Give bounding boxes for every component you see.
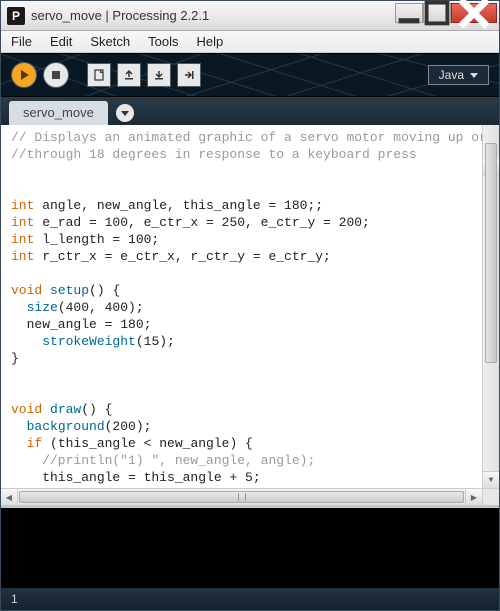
titlebar: P servo_move | Processing 2.2.1: [1, 1, 499, 31]
maximize-button[interactable]: [423, 3, 451, 23]
app-window: P servo_move | Processing 2.2.1 File Edi…: [0, 0, 500, 611]
scroll-corner: [482, 489, 499, 505]
chevron-down-icon: [470, 73, 478, 78]
export-button[interactable]: [177, 63, 201, 87]
console[interactable]: [1, 508, 499, 588]
minimize-button[interactable]: [395, 3, 423, 23]
mode-label: Java: [439, 68, 464, 82]
scroll-down-arrow-icon[interactable]: ▼: [483, 471, 499, 488]
menu-help[interactable]: Help: [192, 32, 227, 51]
scroll-right-arrow-icon[interactable]: ▶: [465, 489, 482, 505]
toolbar: Java: [1, 53, 499, 97]
run-button[interactable]: [11, 62, 37, 88]
menu-sketch[interactable]: Sketch: [86, 32, 134, 51]
window-buttons: [395, 8, 497, 23]
scroll-track[interactable]: [18, 489, 465, 505]
tab-servo-move[interactable]: servo_move: [9, 101, 108, 125]
statusbar: 1: [1, 588, 499, 610]
window-title: servo_move | Processing 2.2.1: [31, 8, 395, 23]
menu-tools[interactable]: Tools: [144, 32, 182, 51]
menu-file[interactable]: File: [7, 32, 36, 51]
scroll-thumb[interactable]: [19, 491, 464, 503]
menu-edit[interactable]: Edit: [46, 32, 76, 51]
tabbar: servo_move: [1, 97, 499, 125]
chevron-down-icon: [121, 111, 129, 116]
new-button[interactable]: [87, 63, 111, 87]
close-button[interactable]: [451, 3, 497, 23]
app-icon: P: [7, 7, 25, 25]
menubar: File Edit Sketch Tools Help: [1, 31, 499, 53]
vertical-scrollbar[interactable]: ▲ ▼: [482, 125, 499, 488]
horizontal-scrollbar[interactable]: ◀ ▶: [1, 488, 499, 505]
scroll-left-arrow-icon[interactable]: ◀: [1, 489, 18, 505]
stop-button[interactable]: [43, 62, 69, 88]
scroll-thumb[interactable]: [485, 143, 497, 363]
save-button[interactable]: [147, 63, 171, 87]
editor-area: // Displays an animated graphic of a ser…: [1, 125, 499, 588]
mode-selector[interactable]: Java: [428, 65, 489, 85]
open-button[interactable]: [117, 63, 141, 87]
code-editor[interactable]: // Displays an animated graphic of a ser…: [1, 125, 499, 488]
tab-menu-button[interactable]: [116, 104, 134, 122]
line-number: 1: [11, 592, 18, 606]
